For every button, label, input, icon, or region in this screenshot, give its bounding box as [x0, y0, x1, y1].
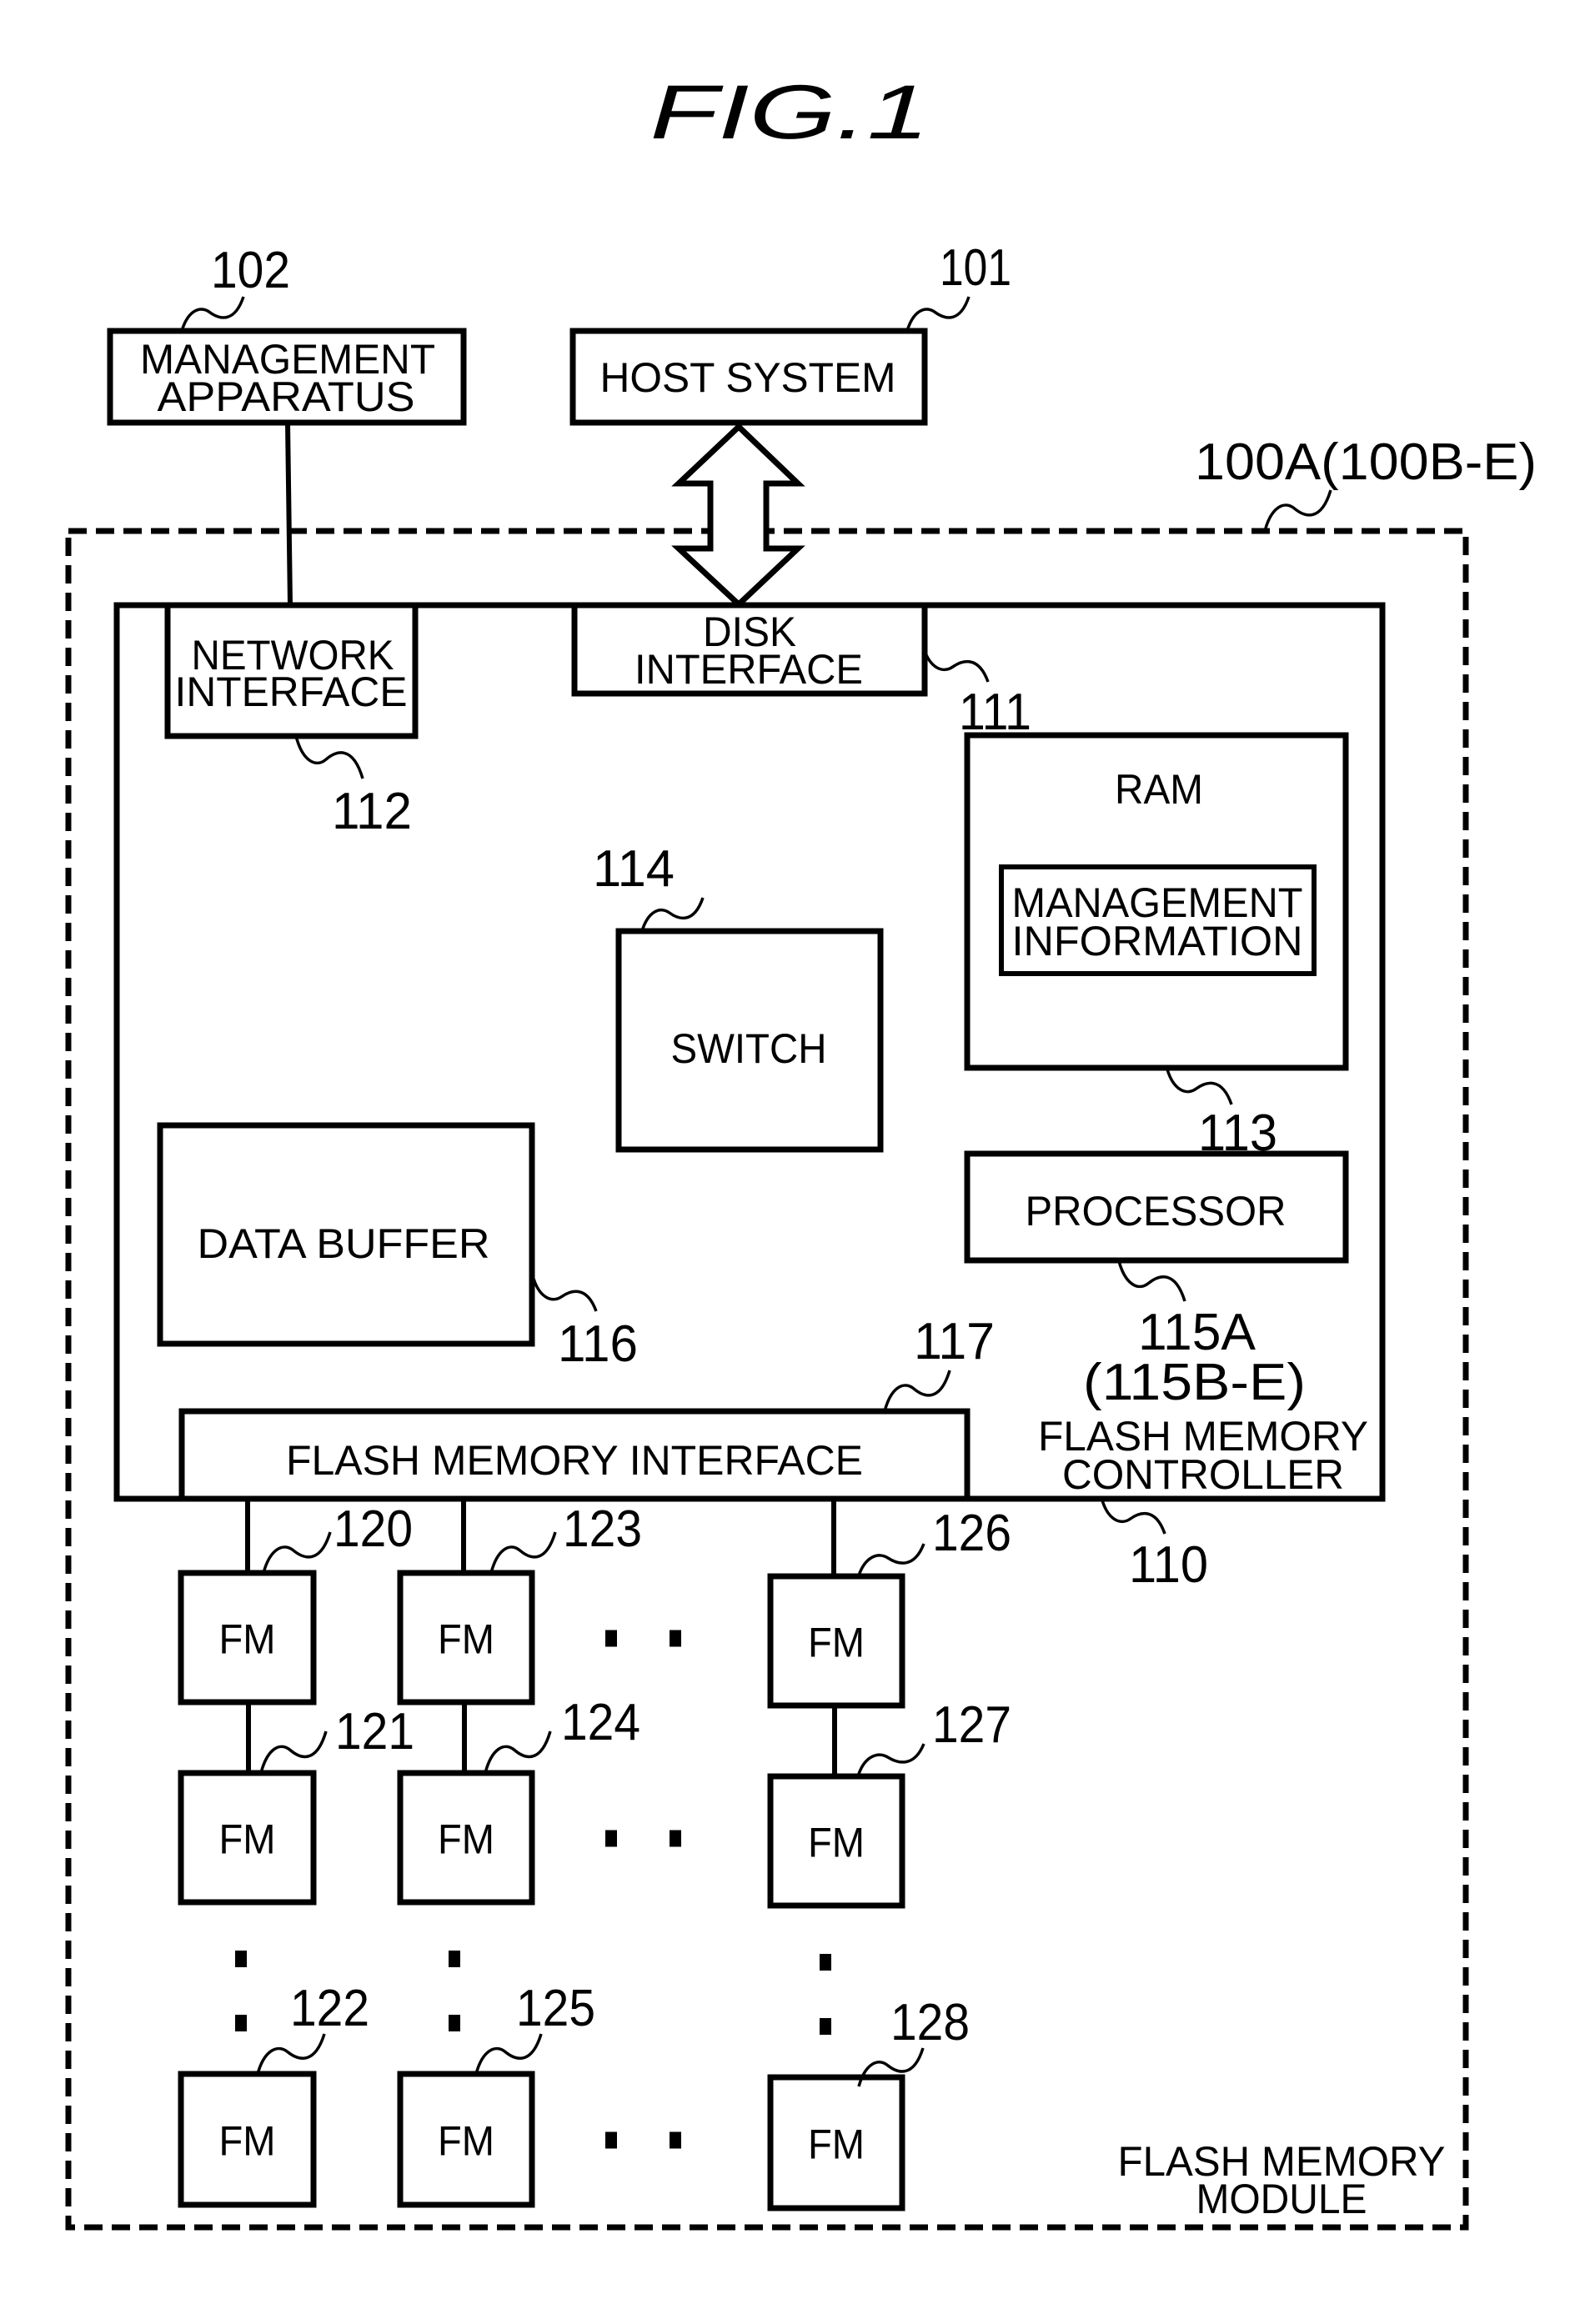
leader-line	[857, 1543, 925, 1576]
ellipsis-dot	[235, 2015, 247, 2031]
management-link	[285, 422, 293, 606]
flash-memory-label: FM	[808, 1620, 865, 1666]
ref-flash-memory: 120	[334, 1500, 413, 1558]
module-name-2: MODULE	[1196, 2176, 1367, 2222]
host-system: HOST SYSTEM	[569, 328, 928, 426]
ellipsis-dot	[670, 1630, 681, 1647]
ref-flash-memory-module: 100A(100B-E)	[1195, 433, 1537, 491]
ref-flash-memory: 125	[516, 1980, 595, 2037]
leader-line	[1101, 1500, 1166, 1535]
flash-memory-label: FM	[808, 1820, 865, 1866]
leader-line	[474, 2033, 543, 2075]
flash-memory-chip: FM	[767, 2074, 905, 2211]
ref-ram: 113	[1198, 1104, 1277, 1162]
flash-memory-label: FM	[219, 1616, 276, 1663]
flash-memory-grid: FM FM FM FM FM FM FM FM FM 120 123 126 121 124 127 122 1…	[178, 1499, 1011, 2211]
ram-label: RAM	[1115, 766, 1203, 813]
leader-line	[489, 1531, 557, 1574]
ref-management-apparatus: 102	[211, 242, 290, 299]
flash-memory-label: FM	[219, 1816, 276, 1863]
management-apparatus: MANAGEMENT APPARATUS	[107, 328, 467, 426]
ref-flash-memory-interface: 117	[914, 1313, 995, 1370]
ellipsis-dot	[820, 1954, 831, 1971]
flash-memory-label: FM	[438, 2118, 494, 2165]
network-interface-label-2: INTERFACE	[175, 669, 408, 715]
ref-data-buffer: 116	[558, 1315, 638, 1373]
management-apparatus-label-2: APPARATUS	[158, 373, 415, 420]
flash-memory-chip: FM	[178, 1570, 317, 1705]
ref-switch: 114	[593, 840, 675, 898]
processor: PROCESSOR	[964, 1150, 1349, 1264]
ellipsis-dot	[820, 2018, 831, 2035]
flash-memory-chip: FM	[178, 2071, 317, 2208]
ref-network-interface: 112	[332, 783, 412, 840]
ref-processor-alt: (115B-E)	[1083, 1354, 1306, 1411]
flash-memory-label: FM	[219, 2118, 276, 2165]
ellipsis-dot	[449, 1951, 460, 1967]
network-interface: NETWORK INTERFACE	[164, 602, 419, 739]
leader-line	[484, 1730, 552, 1774]
disk-interface: DISK INTERFACE	[571, 602, 928, 697]
flash-memory-label: FM	[438, 1616, 494, 1663]
figure-title: FIG.1	[650, 70, 930, 155]
ellipsis-dot	[670, 2131, 681, 2149]
ram: RAM MANAGEMENT INFORMATION	[964, 732, 1349, 1071]
leader-line	[256, 2033, 326, 2075]
ellipsis-dot	[670, 1830, 681, 1847]
ellipsis-dot	[235, 1951, 247, 1967]
flash-memory-label: FM	[438, 1816, 494, 1863]
ref-flash-memory: 127	[932, 1696, 1011, 1754]
leader-line	[1263, 489, 1332, 532]
ref-flash-memory-controller: 110	[1129, 1536, 1208, 1594]
flash-memory-chip: FM	[397, 1570, 535, 1705]
flash-memory-interface: FLASH MEMORY INTERFACE	[178, 1408, 971, 1502]
ellipsis-dot	[605, 1630, 617, 1647]
switch: SWITCH	[615, 928, 884, 1153]
flash-memory-label: FM	[808, 2121, 865, 2168]
disk-interface-label-2: INTERFACE	[635, 646, 863, 693]
ref-host-system: 101	[940, 239, 1011, 297]
flash-memory-chip: FM	[767, 1573, 905, 1709]
ref-flash-memory: 121	[335, 1703, 414, 1761]
ref-flash-memory: 124	[561, 1694, 640, 1751]
switch-label: SWITCH	[671, 1025, 827, 1072]
ellipsis-dot	[605, 1830, 617, 1847]
flash-memory-interface-label: FLASH MEMORY INTERFACE	[286, 1437, 863, 1484]
flash-memory-chip: FM	[178, 1770, 317, 1906]
data-buffer: DATA BUFFER	[157, 1122, 535, 1347]
flash-memory-chip: FM	[397, 2071, 535, 2208]
leader-line	[180, 296, 245, 332]
flash-memory-module-block-diagram: FIG.1 MANAGEMENT APPARATUS HOST SYSTEM N…	[65, 70, 1537, 2231]
host-system-label: HOST SYSTEM	[600, 354, 896, 401]
controller-name-2: CONTROLLER	[1062, 1451, 1344, 1498]
ref-disk-interface: 111	[959, 684, 1031, 741]
processor-label: PROCESSOR	[1026, 1188, 1287, 1235]
ref-flash-memory: 128	[890, 1994, 970, 2051]
ellipsis-dot	[449, 2015, 460, 2031]
ref-flash-memory: 123	[563, 1500, 642, 1558]
ellipsis-dot	[605, 2131, 617, 2149]
flash-memory-chip: FM	[397, 1770, 535, 1906]
flash-memory-chip: FM	[767, 1773, 905, 1909]
ref-flash-memory: 126	[932, 1505, 1011, 1562]
leader-line	[262, 1531, 332, 1574]
leader-line	[259, 1730, 328, 1774]
management-information-label-2: INFORMATION	[1012, 918, 1303, 964]
leader-line	[857, 1743, 925, 1775]
ref-processor: 115A	[1138, 1304, 1256, 1361]
data-buffer-label: DATA BUFFER	[198, 1220, 490, 1267]
bidirectional-arrow-icon	[671, 423, 805, 609]
ref-flash-memory: 122	[290, 1980, 369, 2037]
leader-line	[905, 296, 971, 332]
